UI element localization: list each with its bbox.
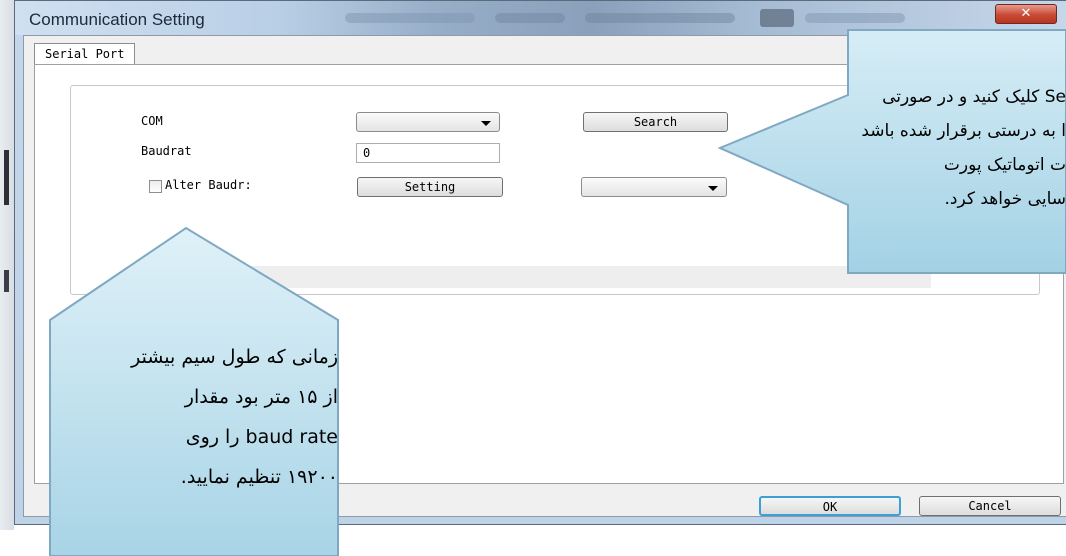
callout-left-line: زمانی که طول سیم بیشتر [131,346,338,368]
callout-left-line: baud rate را روی [185,426,338,448]
callout-right-line: ا به درستی برقرار شده باشد [861,121,1066,141]
callout-left-line: از ۱۵ متر بود مقدار [184,386,338,408]
callout-left-line: ۱۹۲۰۰ تنظیم نمایید. [180,466,338,488]
callout-right-line: سایی خواهد کرد. [944,189,1066,209]
callout-left-text: زمانی که طول سیم بیشتر از ۱۵ متر بود مقد… [62,337,338,497]
callout-right-line: Se کلیک کنید و در صورتی [882,87,1066,107]
callout-right-text: Se کلیک کنید و در صورتی ا به درستی برقرا… [766,80,1066,216]
callout-right-line: ت اتوماتیک پورت [943,155,1066,175]
